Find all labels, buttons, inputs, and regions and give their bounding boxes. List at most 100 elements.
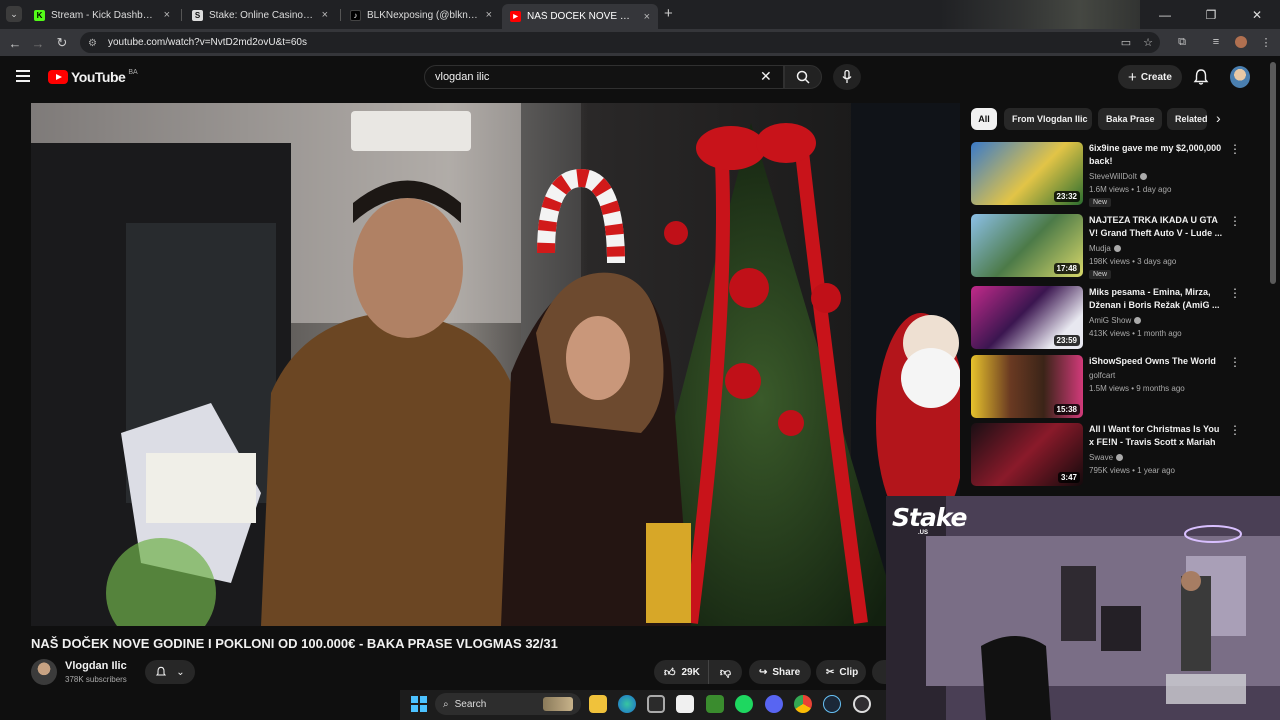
tab-search-button[interactable]: ⌄ [6, 6, 22, 22]
url-text: youtube.com/watch?v=NvtD2md2ovU&t=60s [108, 37, 307, 48]
close-window-icon[interactable]: ✕ [1234, 0, 1280, 29]
chip-from-channel[interactable]: From Vlogdan Ilic [1004, 108, 1092, 130]
subscriber-count: 378K subscribers [65, 675, 127, 684]
bookmark-star-icon[interactable]: ☆ [1140, 34, 1156, 50]
chip-related[interactable]: Related [1167, 108, 1207, 130]
duration-badge: 17:48 [1053, 263, 1080, 274]
steam-icon[interactable] [823, 695, 841, 713]
video-title[interactable]: 6ix9ine gave me my $2,000,000 back! [1089, 142, 1225, 168]
recommended-video[interactable]: 17:48 NAJTEZA TRKA IKADA U GTA V! Grand … [971, 214, 1261, 280]
account-avatar[interactable] [1230, 66, 1250, 88]
chevron-down-icon: ⌄ [176, 666, 185, 678]
channel-name[interactable]: golfcart [1089, 371, 1115, 380]
subscribed-notifications-button[interactable]: ⌄ [145, 660, 195, 684]
new-badge: New [1089, 270, 1112, 279]
recommended-video[interactable]: 23:32 6ix9ine gave me my $2,000,000 back… [971, 142, 1261, 208]
maximize-icon[interactable]: ❐ [1188, 0, 1234, 29]
video-title[interactable]: NAJTEZA TRKA IKADA U GTA V! Grand Theft … [1089, 214, 1225, 240]
more-options-icon[interactable]: ⋮ [1229, 286, 1241, 300]
tiktok-icon: ♪ [350, 9, 361, 21]
tab-title: NAŠ DOČEK NOVE GODINE I POKLONI [527, 11, 638, 22]
video-title[interactable]: iShowSpeed Owns The World [1089, 355, 1225, 368]
clear-search-icon[interactable]: ✕ [760, 68, 772, 85]
search-input[interactable]: vlogdan ilic [424, 65, 784, 89]
share-button[interactable]: ↪ Share [749, 660, 811, 684]
new-tab-button[interactable]: + [664, 5, 673, 22]
browser-tab-tiktok[interactable]: ♪ BLKNexposing (@blknexposing) × [342, 4, 500, 26]
obs-icon[interactable] [853, 695, 871, 713]
more-options-icon[interactable]: ⋮ [1229, 423, 1241, 437]
browser-tab-strip: ⌄ K Stream - Kick Dashboard × S Stake: O… [0, 0, 1280, 29]
chips-next-chevron-icon[interactable]: › [1216, 110, 1221, 126]
country-code: BA [128, 68, 138, 76]
close-icon[interactable]: × [644, 11, 650, 23]
spotify-icon[interactable] [735, 695, 753, 713]
verified-icon [1116, 454, 1124, 462]
reload-icon[interactable]: ↻ [52, 33, 72, 53]
channel-name[interactable]: Swave [1089, 453, 1124, 462]
more-options-icon[interactable]: ⋮ [1229, 214, 1241, 228]
duration-badge: 15:38 [1053, 404, 1080, 415]
hamburger-menu-icon[interactable] [16, 70, 30, 82]
recommended-video[interactable]: 23:59 Miks pesama - Emina, Mirza, Dženan… [971, 286, 1261, 352]
like-count: 29K [681, 666, 700, 678]
close-icon[interactable]: × [322, 9, 328, 21]
forward-icon[interactable]: → [28, 33, 48, 53]
channel-name[interactable]: Mudja [1089, 244, 1121, 253]
channel-avatar[interactable] [31, 659, 57, 685]
video-thumbnail[interactable]: 15:38 [971, 355, 1083, 418]
recommended-video[interactable]: 15:38 iShowSpeed Owns The World golfcart… [971, 355, 1261, 421]
windows-start-icon[interactable] [411, 696, 427, 712]
video-title[interactable]: Miks pesama - Emina, Mirza, Dženan i Bor… [1089, 286, 1225, 312]
video-player[interactable] [31, 103, 960, 626]
video-title[interactable]: All I Want for Christmas Is You x FE!N -… [1089, 423, 1225, 450]
more-options-icon[interactable]: ⋮ [1229, 355, 1241, 369]
reading-list-icon[interactable]: ≡ [1208, 34, 1224, 50]
browser-tab-stake[interactable]: S Stake: Online Casino & Sports × [184, 4, 336, 26]
video-title: NAŠ DOČEK NOVE GODINE I POKLONI OD 100.0… [31, 636, 558, 651]
edge-icon[interactable] [618, 695, 636, 713]
close-icon[interactable]: × [486, 9, 492, 21]
taskbar-search[interactable]: ⌕ Search [435, 693, 581, 715]
slack-icon[interactable] [676, 695, 694, 713]
browser-tab-youtube[interactable]: ▶ NAŠ DOČEK NOVE GODINE I POKLONI × [502, 4, 658, 29]
chrome-icon[interactable] [794, 695, 812, 713]
more-actions-button[interactable] [872, 660, 886, 684]
minimize-icon[interactable]: — [1142, 0, 1188, 29]
extensions-icon[interactable]: ⧉ [1174, 34, 1190, 50]
like-button[interactable]: 👍︎ 29K [654, 660, 708, 684]
voice-search-button[interactable] [833, 64, 861, 90]
cast-icon[interactable]: ▭ [1118, 34, 1134, 50]
notifications-bell-icon[interactable] [1192, 68, 1210, 86]
page-scrollbar[interactable] [1270, 62, 1276, 284]
channel-name[interactable]: SteveWillDoIt [1089, 172, 1148, 181]
recommended-video[interactable]: 3:47 All I Want for Christmas Is You x F… [971, 423, 1261, 489]
back-icon[interactable]: ← [5, 33, 25, 53]
browser-tab-kick[interactable]: K Stream - Kick Dashboard × [26, 4, 178, 26]
clip-button[interactable]: ✂ Clip [816, 660, 866, 684]
search-icon: ⌕ [443, 698, 449, 710]
channel-name[interactable]: Vlogdan Ilic [65, 660, 127, 672]
dislike-button[interactable]: 👎︎ [708, 660, 742, 684]
video-thumbnail[interactable]: 23:32 [971, 142, 1083, 205]
chrome-menu-icon[interactable]: ⋮ [1258, 34, 1274, 50]
discord-icon[interactable] [765, 695, 783, 713]
search-button[interactable] [784, 65, 822, 89]
more-options-icon[interactable]: ⋮ [1229, 142, 1241, 156]
video-thumbnail[interactable]: 3:47 [971, 423, 1083, 486]
address-bar[interactable]: ⚙ youtube.com/watch?v=NvtD2md2ovU&t=60s [80, 32, 1160, 53]
duration-badge: 3:47 [1057, 472, 1080, 483]
chip-baka-prase[interactable]: Baka Prase [1098, 108, 1162, 130]
file-explorer-icon[interactable] [589, 695, 607, 713]
site-info-icon[interactable]: ⚙ [88, 38, 100, 49]
minecraft-icon[interactable] [706, 695, 724, 713]
youtube-logo[interactable]: YouTube BA [48, 69, 138, 85]
video-thumbnail[interactable]: 17:48 [971, 214, 1083, 277]
channel-name[interactable]: AmiG Show [1089, 316, 1142, 325]
close-icon[interactable]: × [164, 9, 170, 21]
video-thumbnail[interactable]: 23:59 [971, 286, 1083, 349]
create-button[interactable]: + Create [1118, 65, 1182, 89]
profile-icon[interactable] [1233, 34, 1249, 50]
chip-all[interactable]: All [971, 108, 997, 130]
store-icon[interactable] [647, 695, 665, 713]
